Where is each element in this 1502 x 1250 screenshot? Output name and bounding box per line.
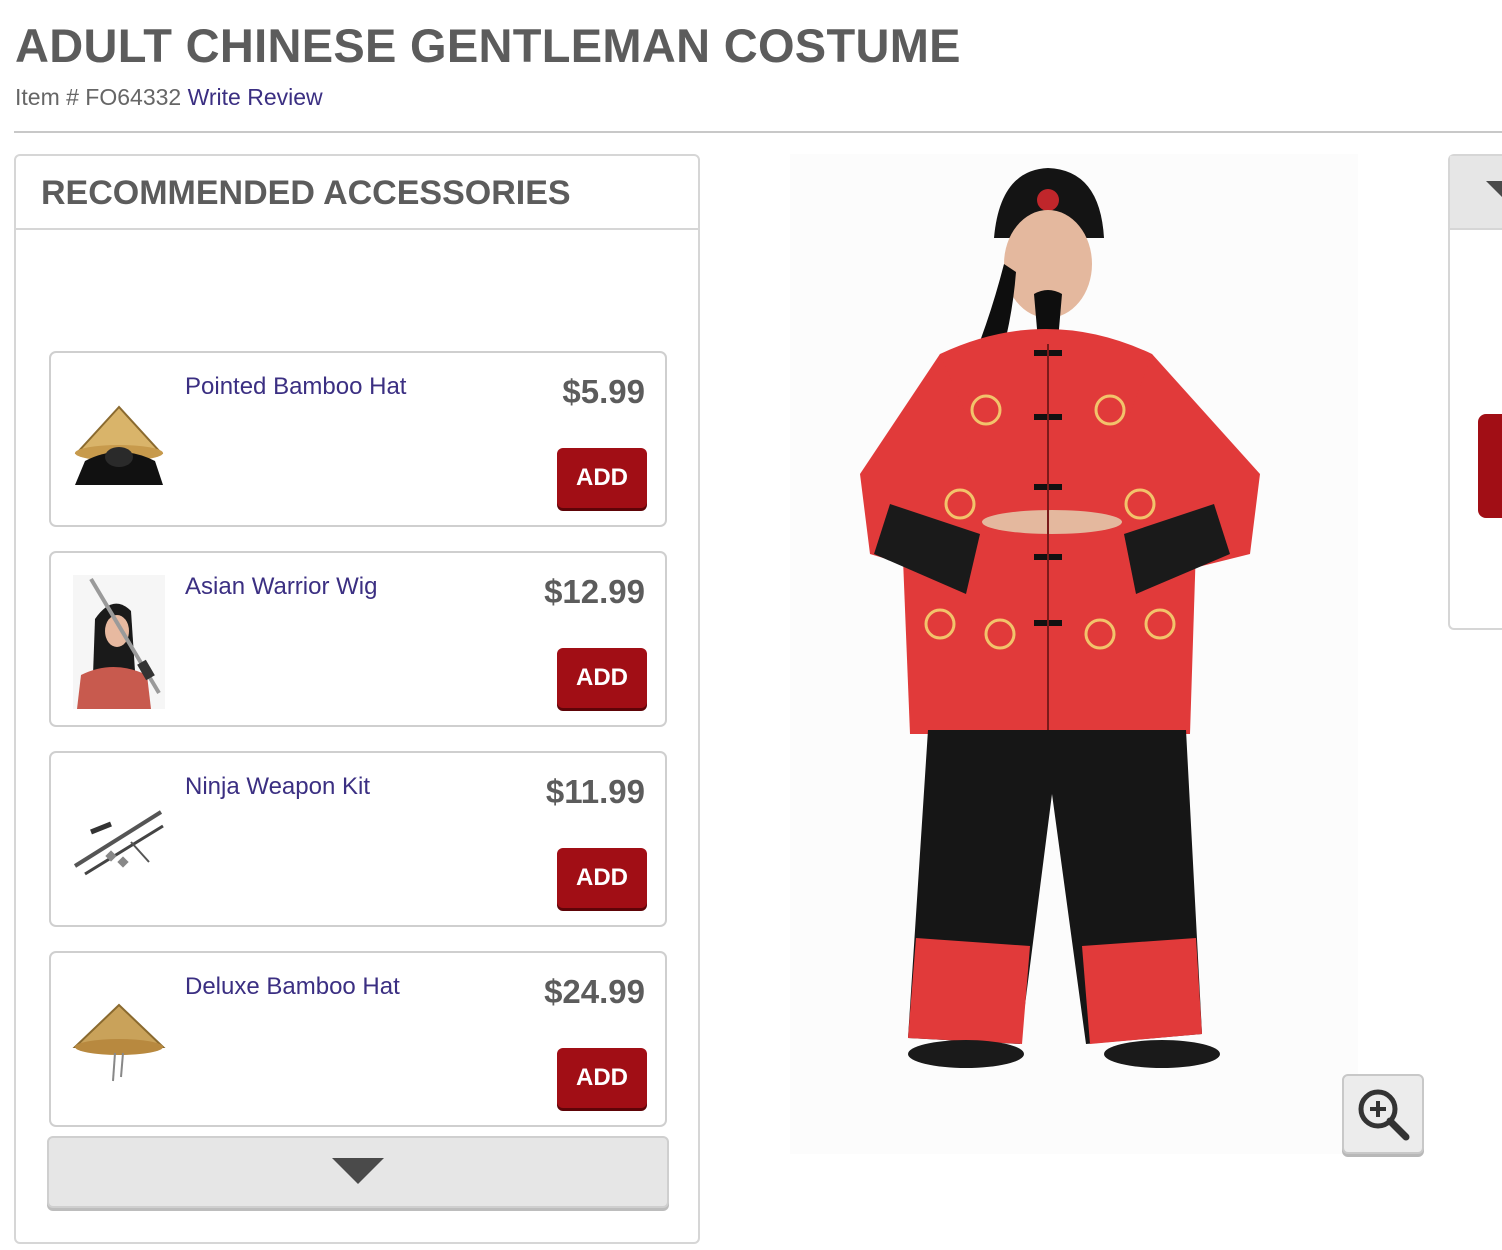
add-button[interactable]: ADD	[557, 448, 647, 508]
add-button[interactable]: ADD	[557, 848, 647, 908]
add-button[interactable]: ADD	[557, 1048, 647, 1108]
accessory-price: $11.99	[545, 773, 645, 810]
product-main-image[interactable]	[790, 154, 1358, 1154]
accessory-card: Ninja Weapon Kit $11.99 ADD	[49, 751, 667, 927]
accessory-price: $12.99	[544, 573, 645, 610]
chevron-down-icon	[332, 1158, 384, 1184]
accessory-name[interactable]: Deluxe Bamboo Hat	[185, 973, 400, 1001]
accessories-header: RECOMMENDED ACCESSORIES	[16, 156, 698, 230]
item-number-line: Item # FO64332 Write Review	[15, 84, 323, 111]
header-divider	[14, 131, 1502, 133]
add-button[interactable]: ADD	[557, 648, 647, 708]
accessory-name[interactable]: Pointed Bamboo Hat	[185, 373, 406, 401]
accessory-name[interactable]: Ninja Weapon Kit	[185, 773, 370, 801]
accessories-heading: RECOMMENDED ACCESSORIES	[41, 174, 571, 212]
right-panel-button[interactable]	[1478, 414, 1502, 518]
write-review-link[interactable]: Write Review	[188, 84, 323, 110]
accessory-card: Deluxe Bamboo Hat $24.99 ADD	[49, 951, 667, 1127]
right-panel-toggle[interactable]	[1450, 156, 1502, 230]
right-options-panel	[1448, 154, 1502, 630]
recommended-accessories-panel: RECOMMENDED ACCESSORIES Pointed Bamboo H…	[14, 154, 700, 1244]
bamboo-hat-thumbnail[interactable]	[71, 375, 167, 509]
accessory-card: Asian Warrior Wig $12.99 ADD	[49, 551, 667, 727]
accessory-card: Pointed Bamboo Hat $5.99 ADD	[49, 351, 667, 527]
chevron-down-icon	[1486, 181, 1502, 197]
accessory-name[interactable]: Asian Warrior Wig	[185, 573, 377, 601]
deluxe-hat-thumbnail[interactable]	[71, 975, 167, 1109]
costume-photo	[860, 168, 1260, 1068]
accessories-scroll-down-button[interactable]	[47, 1136, 669, 1208]
accessory-price: $5.99	[562, 373, 645, 410]
zoom-button[interactable]	[1342, 1074, 1424, 1154]
warrior-wig-thumbnail[interactable]	[71, 575, 167, 709]
product-title: ADULT CHINESE GENTLEMAN COSTUME	[15, 19, 961, 72]
zoom-in-icon	[1358, 1089, 1410, 1141]
accessory-price: $24.99	[544, 973, 645, 1010]
item-number: Item # FO64332	[15, 84, 182, 110]
weapon-kit-thumbnail[interactable]	[71, 775, 167, 909]
